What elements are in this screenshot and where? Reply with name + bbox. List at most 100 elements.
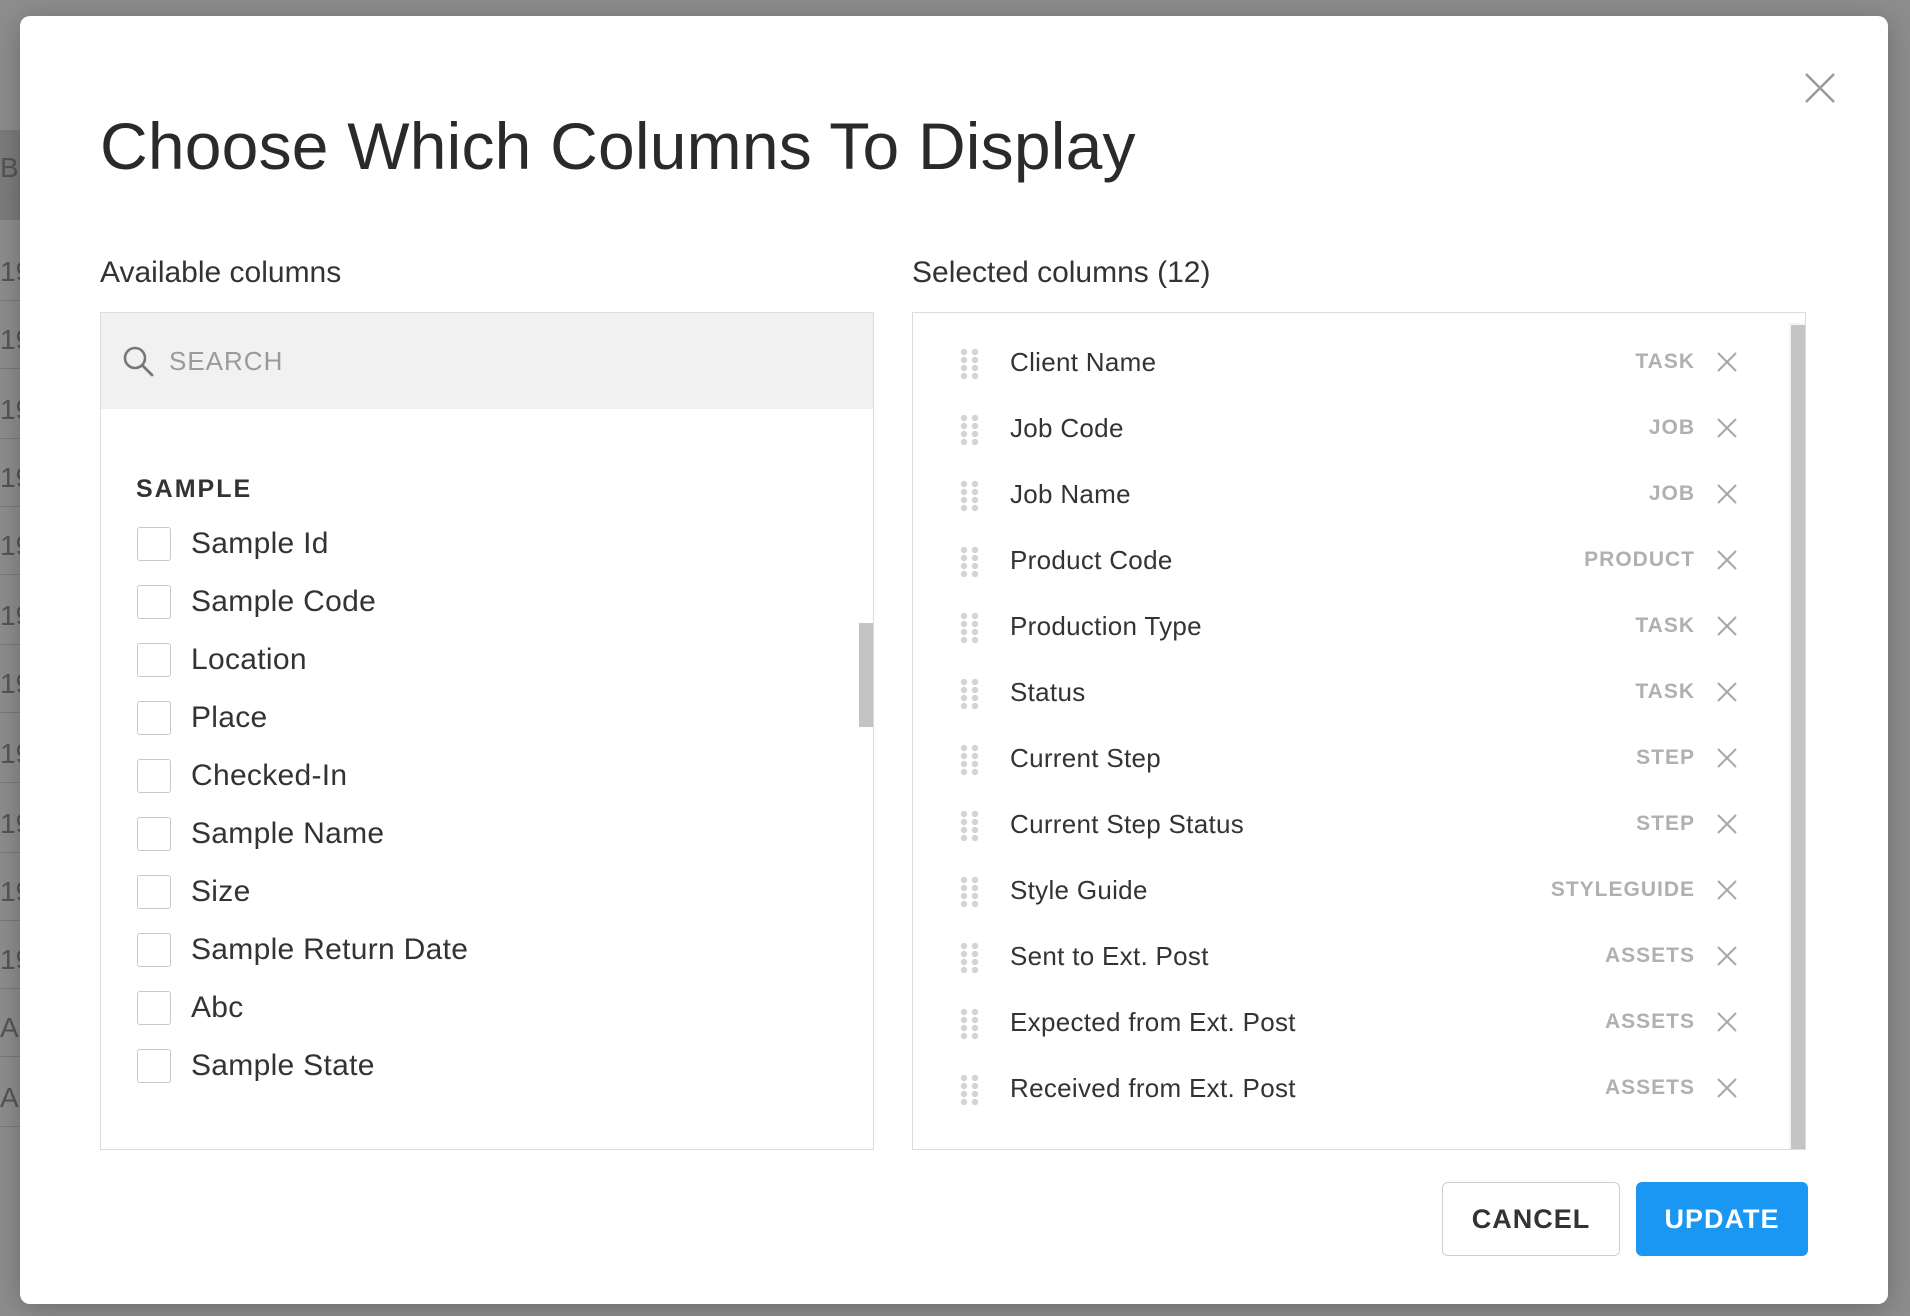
selected-column-label: Job Name <box>1010 478 1131 509</box>
drag-handle-icon[interactable] <box>959 612 981 644</box>
column-chooser-dialog: Choose Which Columns To Display Availabl… <box>20 16 1888 1304</box>
drag-handle-icon[interactable] <box>959 942 981 974</box>
background-row-text: 19 <box>0 876 20 907</box>
available-columns-label: Available columns <box>100 256 342 289</box>
background-row-text: 19 <box>0 738 20 769</box>
column-checkbox[interactable] <box>137 875 171 909</box>
background-row-text: 19 <box>0 256 20 287</box>
background-row-divider <box>0 712 20 713</box>
selected-column-item[interactable]: Product Code PRODUCT <box>913 527 1773 593</box>
search-icon <box>123 346 154 377</box>
selected-column-item[interactable]: Current Step Status STEP <box>913 791 1773 857</box>
selected-columns-label: Selected columns (12) <box>912 256 1211 289</box>
remove-column-icon[interactable] <box>1715 482 1739 506</box>
available-column-label: Sample Code <box>191 585 377 618</box>
column-source-tag: STEP <box>1636 812 1695 835</box>
remove-column-icon[interactable] <box>1715 878 1739 902</box>
column-checkbox[interactable] <box>137 759 171 793</box>
background-row-divider <box>0 644 20 645</box>
background-row-divider <box>0 574 20 575</box>
scrollbar-thumb[interactable] <box>1791 325 1805 1149</box>
selected-column-label: Production Type <box>1010 610 1202 641</box>
selected-column-label: Expected from Ext. Post <box>1010 1006 1296 1037</box>
drag-handle-icon[interactable] <box>959 810 981 842</box>
background-row-text: 19 <box>0 324 20 355</box>
available-column-item[interactable]: Sample Name <box>137 805 468 863</box>
column-checkbox[interactable] <box>137 585 171 619</box>
drag-handle-icon[interactable] <box>959 348 981 380</box>
column-source-tag: TASK <box>1635 680 1695 703</box>
column-checkbox[interactable] <box>137 991 171 1025</box>
drag-handle-icon[interactable] <box>959 744 981 776</box>
remove-column-icon[interactable] <box>1715 350 1739 374</box>
selected-column-item[interactable]: Sent to Ext. Post ASSETS <box>913 923 1773 989</box>
selected-column-item[interactable]: Production Type TASK <box>913 593 1773 659</box>
column-source-tag: ASSETS <box>1604 944 1695 967</box>
remove-column-icon[interactable] <box>1715 614 1739 638</box>
background-row-divider <box>0 506 20 507</box>
available-column-item[interactable]: Size <box>137 863 468 921</box>
remove-column-icon[interactable] <box>1715 1076 1739 1100</box>
group-title-sample: SAMPLE <box>136 475 253 503</box>
column-checkbox[interactable] <box>137 527 171 561</box>
close-button[interactable] <box>1798 66 1842 110</box>
update-button[interactable]: UPDATE <box>1636 1182 1808 1256</box>
column-checkbox[interactable] <box>137 701 171 735</box>
drag-handle-icon[interactable] <box>959 1008 981 1040</box>
background-row-text: 19 <box>0 944 20 975</box>
background-row-text: 19 <box>0 808 20 839</box>
remove-column-icon[interactable] <box>1715 1010 1739 1034</box>
remove-column-icon[interactable] <box>1715 812 1739 836</box>
selected-column-item[interactable]: Expected from Ext. Post ASSETS <box>913 989 1773 1055</box>
available-column-item[interactable]: Abc <box>137 979 468 1037</box>
background-row-text: A C <box>0 1012 20 1043</box>
drag-handle-icon[interactable] <box>959 876 981 908</box>
column-checkbox[interactable] <box>137 933 171 967</box>
background-row-text: 19 <box>0 462 20 493</box>
background-row-text: B <box>0 152 19 183</box>
background-row-divider <box>0 782 20 783</box>
selected-column-label: Client Name <box>1010 346 1157 377</box>
available-column-item[interactable]: Checked-In <box>137 747 468 805</box>
column-source-tag: STEP <box>1636 746 1695 769</box>
selected-column-item[interactable]: Status TASK <box>913 659 1773 725</box>
background-row-text: 19 <box>0 600 20 631</box>
column-checkbox[interactable] <box>137 643 171 677</box>
selected-column-item[interactable]: Job Name JOB <box>913 461 1773 527</box>
drag-handle-icon[interactable] <box>959 678 981 710</box>
scrollbar-thumb[interactable] <box>859 623 873 727</box>
selected-columns-panel: Client Name TASK Job Code JOB Job Name JOB Pro… <box>912 312 1806 1150</box>
available-column-item[interactable]: Sample Code <box>137 573 468 631</box>
available-column-item[interactable]: Place <box>137 689 468 747</box>
column-source-tag: TASK <box>1635 350 1695 373</box>
cancel-button[interactable]: CANCEL <box>1442 1182 1620 1256</box>
available-column-item[interactable]: Location <box>137 631 468 689</box>
remove-column-icon[interactable] <box>1715 548 1739 572</box>
available-column-label: Size <box>191 875 251 908</box>
selected-column-item[interactable]: Received from Ext. Post ASSETS <box>913 1055 1773 1121</box>
background-row-divider <box>0 368 20 369</box>
selected-column-item[interactable]: Current Step STEP <box>913 725 1773 791</box>
remove-column-icon[interactable] <box>1715 680 1739 704</box>
selected-column-item[interactable]: Job Code JOB <box>913 395 1773 461</box>
drag-handle-icon[interactable] <box>959 414 981 446</box>
background-row-text: 19 <box>0 394 20 425</box>
selected-column-label: Current Step <box>1010 742 1162 773</box>
selected-column-item[interactable]: Client Name TASK <box>913 329 1773 395</box>
search-input[interactable] <box>169 345 769 377</box>
background-row-text: 19 <box>0 530 20 561</box>
background-row-divider <box>0 438 20 439</box>
available-column-item[interactable]: Sample Return Date <box>137 921 468 979</box>
available-column-label: Abc <box>191 991 244 1024</box>
drag-handle-icon[interactable] <box>959 480 981 512</box>
drag-handle-icon[interactable] <box>959 1074 981 1106</box>
available-column-item[interactable]: Sample Id <box>137 515 468 573</box>
remove-column-icon[interactable] <box>1715 944 1739 968</box>
available-column-item[interactable]: Sample State <box>137 1037 468 1095</box>
remove-column-icon[interactable] <box>1715 746 1739 770</box>
column-checkbox[interactable] <box>137 817 171 851</box>
selected-column-item[interactable]: Style Guide STYLEGUIDE <box>913 857 1773 923</box>
remove-column-icon[interactable] <box>1715 416 1739 440</box>
drag-handle-icon[interactable] <box>959 546 981 578</box>
column-checkbox[interactable] <box>137 1049 171 1083</box>
